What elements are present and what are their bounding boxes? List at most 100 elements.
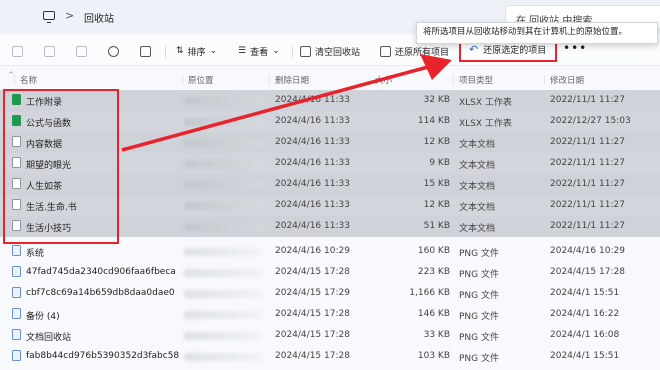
file-name: 内容数据 [26,140,63,150]
table-row[interactable]: 文档回收站 2024/4/15 17:28 33 KB PNG 文件 2024/… [0,325,660,346]
table-row[interactable]: 内容数据 2024/4/16 11:33 12 KB 文本文档 2022/11/… [0,132,660,153]
modified-date: 2024/4/16 10:29 [550,246,625,256]
deleted-date: 2024/4/15 17:28 [275,351,350,361]
file-type: XLSX 工作表 [459,98,512,108]
origin-blurred [184,290,264,298]
file-type: 文本文档 [459,182,496,192]
deleted-date: 2024/4/16 11:33 [275,137,350,147]
sort-label: 排序 [187,47,206,58]
file-size: 51 KB [423,221,450,231]
file-size: 114 KB [417,116,450,126]
undo-icon: ↶ [469,43,479,56]
breadcrumb-recycle-bin[interactable]: 回收站 [84,10,114,25]
table-row[interactable]: 生活.生命.书 2024/4/16 11:33 12 KB 文本文档 2022/… [0,195,660,216]
origin-blurred [184,332,264,340]
file-name: 文档回收站 [26,333,72,343]
text-file-icon [12,199,21,210]
file-size: 9 KB [429,158,450,168]
file-name: fab8b44cd976b5390352d3fabc58 [26,351,180,361]
chevron-down-icon: ⌄ [272,46,280,56]
view-button[interactable]: ☰ 查看 ⌄ [238,44,280,58]
rename-icon [76,45,87,57]
deleted-date: 2024/4/16 11:33 [275,116,350,126]
column-deleted[interactable]: 删除日期 [268,74,309,86]
chevron-down-icon: ⌄ [209,46,218,56]
file-size: 223 KB [417,267,450,277]
table-row[interactable]: 期望的眼光 2024/4/16 11:33 9 KB 文本文档 2022/11/… [0,153,660,174]
png-file-icon [12,245,21,256]
table-row[interactable]: fab8b44cd976b5390352d3fabc58 2024/4/15 1… [0,346,660,367]
table-row[interactable]: 备份 (4) 2024/4/15 17:28 146 KB PNG 文件 202… [0,304,660,325]
computer-icon[interactable] [43,11,55,23]
table-row[interactable]: 47fad745da2340cd906faa6fbeca 2024/4/15 1… [0,262,660,283]
restore-all-icon [380,45,391,57]
empty-recycle-bin-label: 清空回收站 [315,47,361,58]
table-row[interactable]: 工作附录 2024/4/16 11:33 32 KB XLSX 工作表 2022… [0,90,660,111]
xlsx-file-icon [12,94,21,105]
breadcrumb-separator: > [65,9,75,22]
paste-button[interactable] [44,44,55,58]
restore-all-button[interactable]: 还原所有项目 [380,44,449,58]
column-name[interactable]: 名称 [13,74,37,86]
deleted-date: 2024/4/15 17:28 [275,309,350,319]
sort-button[interactable]: ⇅ 排序 ⌄ [176,44,217,58]
table-row[interactable]: cbf7c8c69a14b659db8daa0dae0 2024/4/15 17… [0,283,660,304]
sort-caret-icon: ^ [8,71,14,79]
table-row[interactable]: 公式与函数 2024/4/16 11:33 114 KB XLSX 工作表 20… [0,111,660,132]
file-type: PNG 文件 [459,249,499,259]
column-size[interactable]: 大小 [368,74,392,86]
file-size: 1,166 KB [409,288,450,298]
deleted-date: 2024/4/16 11:33 [275,221,350,231]
column-type[interactable]: 项目类型 [452,74,493,86]
view-label: 查看 [250,47,269,58]
deleted-date: 2024/4/16 11:33 [275,95,350,105]
table-row[interactable]: 系统 2024/4/16 10:29 160 KB PNG 文件 2024/4/… [0,241,660,262]
share-icon [108,45,119,57]
file-type: PNG 文件 [459,333,499,343]
copy-button[interactable] [12,44,23,58]
delete-icon [140,45,151,57]
modified-date: 2022/12/27 15:03 [550,116,631,126]
file-size: 33 KB [423,330,450,340]
deleted-date: 2024/4/15 17:28 [275,267,350,277]
file-name: 系统 [26,249,45,259]
delete-button[interactable] [140,44,151,58]
png-file-icon [12,329,21,340]
origin-blurred [184,118,264,126]
empty-recycle-bin-button[interactable]: 清空回收站 [300,44,360,58]
png-file-icon [12,287,21,298]
file-type: XLSX 工作表 [459,119,512,129]
origin-blurred [184,160,264,168]
modified-date: 2024/4/1 15:51 [550,288,620,298]
column-origin[interactable]: 原位置 [182,74,214,86]
file-name: 47fad745da2340cd906faa6fbeca [26,267,176,277]
file-type: PNG 文件 [459,270,499,280]
origin-blurred [184,353,264,361]
file-name: cbf7c8c69a14b659db8daa0dae0 [26,288,175,298]
sort-icon: ⇅ [176,46,184,56]
modified-date: 2024/4/1 15:51 [550,351,620,361]
file-name: 人生如茶 [26,182,63,192]
table-row[interactable]: 人生如茶 2024/4/16 11:33 15 KB 文本文档 2022/11/… [0,174,660,195]
deleted-date: 2024/4/16 11:33 [275,179,350,189]
file-size: 103 KB [417,351,450,361]
file-type: 文本文档 [459,203,496,213]
rename-button[interactable] [76,44,87,58]
deleted-date: 2024/4/16 11:33 [275,200,350,210]
file-type: 文本文档 [459,224,496,234]
table-row[interactable]: 生活小技巧 2024/4/16 11:33 51 KB 文本文档 2022/11… [0,216,660,237]
empty-bin-icon [300,45,311,57]
file-size: 12 KB [423,137,450,147]
modified-date: 2022/11/1 11:27 [550,200,625,210]
text-file-icon [12,157,21,168]
text-file-icon [12,220,21,231]
file-type: 文本文档 [459,161,496,171]
text-file-icon [12,178,21,189]
share-button[interactable] [108,44,119,58]
modified-date: 2022/11/1 11:27 [550,221,625,231]
restore-all-label: 还原所有项目 [395,47,450,58]
file-type: PNG 文件 [459,291,499,301]
column-modified[interactable]: 修改日期 [543,74,584,86]
file-name: 工作附录 [26,98,63,108]
png-file-icon [12,308,21,319]
